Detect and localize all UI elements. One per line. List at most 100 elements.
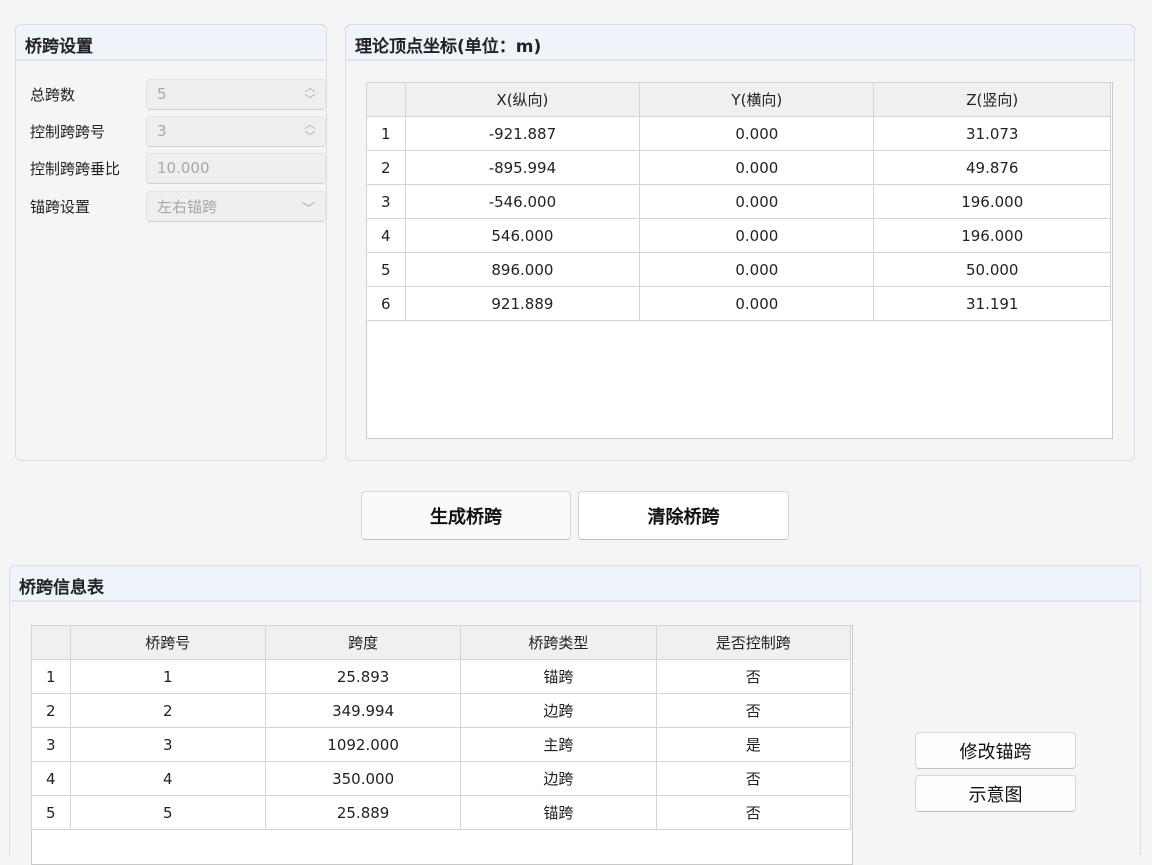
- span-info-table-header: 桥跨号 跨度 桥跨类型 是否控制跨: [31, 625, 852, 660]
- table-row[interactable]: 1 1 25.893 锚跨否: [31, 659, 852, 694]
- x-cell[interactable]: 921.889: [404, 286, 641, 321]
- span-type-cell[interactable]: 锚跨: [460, 795, 657, 830]
- control-span-number-row: 控制跨跨号 3 ︿ ﹀: [30, 115, 326, 147]
- table-row[interactable]: 5 5 25.889 锚跨否: [31, 795, 852, 830]
- z-cell[interactable]: 196.000: [873, 184, 1111, 219]
- span-info-panel: 桥跨信息表 桥跨号 跨度 桥跨类型 是否控制跨 1 1 25.893 锚跨否 2 2 349…: [9, 565, 1141, 865]
- span-number-cell[interactable]: 3: [69, 727, 266, 762]
- table-row[interactable]: 2 2 349.994 边跨否: [31, 693, 852, 728]
- y-cell[interactable]: 0.000: [639, 184, 875, 219]
- control-span-number-label: 控制跨跨号: [30, 122, 106, 141]
- span-number-cell[interactable]: 5: [69, 795, 266, 830]
- table-row[interactable]: 4 546.000 0.000 196.000: [366, 218, 1111, 253]
- anchor-setting-combobox[interactable]: 左右锚跨 ﹀: [146, 190, 326, 222]
- coords-corner-header[interactable]: [366, 82, 406, 117]
- table-row[interactable]: 2 -895.994 0.000 49.876: [366, 150, 1111, 185]
- y-cell[interactable]: 0.000: [639, 252, 875, 287]
- x-column-header[interactable]: X(纵向): [404, 82, 641, 117]
- control-span-number-spinbox[interactable]: 3 ︿ ﹀: [146, 115, 326, 147]
- span-settings-title: 桥跨设置: [16, 25, 326, 61]
- x-cell[interactable]: -921.887: [404, 116, 641, 151]
- z-cell[interactable]: 31.191: [873, 286, 1111, 321]
- z-cell[interactable]: 196.000: [873, 218, 1111, 253]
- row-index-cell[interactable]: 4: [31, 761, 71, 796]
- is-control-span-cell[interactable]: 否: [655, 659, 852, 694]
- table-row[interactable]: 3 -546.000 0.000 196.000: [366, 184, 1111, 219]
- span-length-cell[interactable]: 349.994: [264, 693, 462, 728]
- row-index-cell[interactable]: 1: [31, 659, 71, 694]
- chevron-down-icon[interactable]: ﹀: [302, 198, 315, 217]
- row-index-cell[interactable]: 2: [31, 693, 71, 728]
- table-row[interactable]: 4 4 350.000 边跨否: [31, 761, 852, 796]
- total-spans-value: 5: [157, 85, 167, 103]
- table-row[interactable]: 5 896.000 0.000 50.000: [366, 252, 1111, 287]
- span-length-cell[interactable]: 350.000: [264, 761, 462, 796]
- modify-anchor-span-button[interactable]: 修改锚跨: [915, 732, 1076, 769]
- span-type-column-header[interactable]: 桥跨类型: [460, 625, 657, 660]
- span-type-cell[interactable]: 边跨: [460, 693, 657, 728]
- coords-table: X(纵向) Y(横向) Z(竖向) 1 -921.887 0.000 31.073 2-…: [366, 82, 1111, 321]
- is-control-span-cell[interactable]: 否: [655, 693, 852, 728]
- total-spans-label: 总跨数: [30, 85, 76, 104]
- span-type-cell[interactable]: 锚跨: [460, 659, 657, 694]
- span-number-cell[interactable]: 2: [69, 693, 266, 728]
- z-column-header[interactable]: Z(竖向): [873, 82, 1111, 117]
- anchor-setting-row: 锚跨设置 左右锚跨 ﹀: [30, 190, 326, 222]
- y-cell[interactable]: 0.000: [639, 116, 875, 151]
- diagram-button[interactable]: 示意图: [915, 775, 1076, 812]
- sag-ratio-label: 控制跨跨垂比: [30, 159, 121, 178]
- span-length-cell[interactable]: 25.889: [264, 795, 462, 830]
- z-cell[interactable]: 31.073: [873, 116, 1111, 151]
- z-cell[interactable]: 50.000: [873, 252, 1111, 287]
- z-cell[interactable]: 49.876: [873, 150, 1111, 185]
- spin-arrows-icon[interactable]: ︿ ﹀: [303, 118, 317, 144]
- row-index-cell[interactable]: 3: [366, 184, 406, 219]
- anchor-setting-value: 左右锚跨: [157, 197, 218, 216]
- control-span-number-value: 3: [157, 122, 167, 140]
- row-index-cell[interactable]: 5: [31, 795, 71, 830]
- x-cell[interactable]: -546.000: [404, 184, 641, 219]
- x-cell[interactable]: -895.994: [404, 150, 641, 185]
- clear-spans-button[interactable]: 清除桥跨: [578, 491, 789, 540]
- anchor-setting-label: 锚跨设置: [30, 197, 91, 216]
- generate-spans-button[interactable]: 生成桥跨: [361, 491, 571, 540]
- span-length-cell[interactable]: 25.893: [264, 659, 462, 694]
- span-number-cell[interactable]: 4: [69, 761, 266, 796]
- spin-arrows-icon[interactable]: ︿ ﹀: [303, 81, 317, 107]
- span-info-title: 桥跨信息表: [10, 566, 1140, 602]
- span-info-table-frame: 桥跨号 跨度 桥跨类型 是否控制跨 1 1 25.893 锚跨否 2 2 349.994 边跨…: [31, 625, 853, 865]
- span-number-column-header[interactable]: 桥跨号: [69, 625, 266, 660]
- table-row[interactable]: 1 -921.887 0.000 31.073: [366, 116, 1111, 151]
- table-row[interactable]: 3 3 1092.000 主跨是: [31, 727, 852, 762]
- coords-table-frame: X(纵向) Y(横向) Z(竖向) 1 -921.887 0.000 31.073 2-…: [366, 82, 1113, 439]
- vertex-coords-title: 理论顶点坐标(单位：m): [346, 25, 1134, 61]
- row-index-cell[interactable]: 6: [366, 286, 406, 321]
- is-control-span-column-header[interactable]: 是否控制跨: [655, 625, 852, 660]
- is-control-span-cell[interactable]: 否: [655, 795, 852, 830]
- total-spans-spinbox[interactable]: 5 ︿ ﹀: [146, 78, 326, 110]
- row-index-cell[interactable]: 1: [366, 116, 406, 151]
- y-cell[interactable]: 0.000: [639, 150, 875, 185]
- y-column-header[interactable]: Y(横向): [639, 82, 875, 117]
- span-type-cell[interactable]: 主跨: [460, 727, 657, 762]
- span-info-corner-header[interactable]: [31, 625, 71, 660]
- sag-ratio-input[interactable]: 10.000: [146, 152, 326, 184]
- table-row[interactable]: 6 921.889 0.000 31.191: [366, 286, 1111, 321]
- span-number-cell[interactable]: 1: [69, 659, 266, 694]
- x-cell[interactable]: 896.000: [404, 252, 641, 287]
- row-index-cell[interactable]: 3: [31, 727, 71, 762]
- row-index-cell[interactable]: 5: [366, 252, 406, 287]
- vertex-coords-panel: 理论顶点坐标(单位：m) X(纵向) Y(横向) Z(竖向) 1 -921.887…: [345, 24, 1135, 461]
- coords-table-header: X(纵向) Y(横向) Z(竖向): [366, 82, 1111, 117]
- sag-ratio-value: 10.000: [157, 159, 210, 177]
- y-cell[interactable]: 0.000: [639, 286, 875, 321]
- row-index-cell[interactable]: 2: [366, 150, 406, 185]
- is-control-span-cell[interactable]: 否: [655, 761, 852, 796]
- row-index-cell[interactable]: 4: [366, 218, 406, 253]
- x-cell[interactable]: 546.000: [404, 218, 641, 253]
- span-type-cell[interactable]: 边跨: [460, 761, 657, 796]
- is-control-span-cell[interactable]: 是: [655, 727, 852, 762]
- span-length-column-header[interactable]: 跨度: [264, 625, 462, 660]
- span-length-cell[interactable]: 1092.000: [264, 727, 462, 762]
- y-cell[interactable]: 0.000: [639, 218, 875, 253]
